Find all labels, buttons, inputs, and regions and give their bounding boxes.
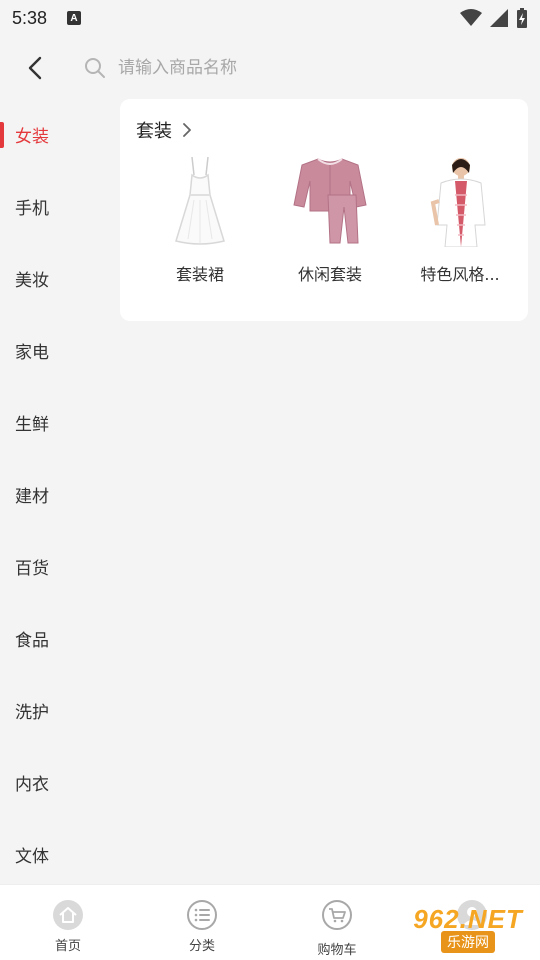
product-name: 套装裙 [175,265,224,284]
sidebar-item-fresh[interactable]: 生鲜 [0,386,110,458]
sidebar-item-beauty[interactable]: 美妆 [0,242,110,314]
tab-category[interactable]: 分类 [162,899,242,954]
sidebar-item-label: 手机 [15,198,49,219]
notification-icon: A [67,11,82,25]
sidebar-item-label: 生鲜 [15,414,49,435]
sidebar-item-underwear[interactable]: 内衣 [0,746,110,818]
sidebar-item-phones[interactable]: 手机 [0,170,110,242]
white-dress-image [150,153,250,249]
tab-cart[interactable]: 购物车 [297,899,377,958]
sidebar-item-care[interactable]: 洗护 [0,674,110,746]
cart-icon [322,900,352,930]
search-field[interactable] [84,54,418,82]
status-icons [460,8,528,28]
search-icon [85,58,105,78]
list-icon [187,900,217,930]
search-input[interactable] [118,58,418,78]
product-name: 休闲套装 [297,265,362,284]
sidebar-item-label: 文体 [15,846,49,867]
product-grid: 套装裙 休闲套装 特色风格... [120,153,528,285]
section-header[interactable]: 套装 [136,117,194,143]
product-name: 特色风格... [420,265,500,284]
chevron-left-icon [28,56,42,80]
sidebar-item-label: 女装 [15,126,49,147]
search-bar [0,40,540,96]
tab-home[interactable]: 首页 [28,899,108,954]
sidebar-item-building[interactable]: 建材 [0,458,110,530]
sidebar-item-label: 家电 [15,342,49,363]
status-time: 5:38 [12,7,48,28]
chevron-right-icon [183,123,191,137]
sidebar-item-label: 百货 [15,558,49,579]
tab-label: 首页 [54,939,81,954]
product-item[interactable]: 套装裙 [135,153,265,285]
tab-label: 分类 [188,939,215,954]
sidebar-item-label: 内衣 [15,774,49,795]
sidebar-item-label: 洗护 [15,702,49,723]
product-item[interactable]: 休闲套装 [265,153,395,285]
sidebar-item-label: 食品 [15,630,49,651]
status-bar: 5:38 A [0,0,540,36]
battery-icon [517,8,527,28]
sidebar-item-appliances[interactable]: 家电 [0,314,110,386]
sidebar-item-stationery[interactable]: 文体 [0,818,110,890]
watermark-logo: 962.NET 乐游网 [400,900,536,956]
category-sidebar: 女装 手机 美妆 家电 生鲜 建材 百货 食品 洗护 内衣 文体 [0,98,110,890]
section-title: 套装 [136,121,172,142]
tab-label: 购物车 [317,943,357,958]
subcategory-card: 套装 套装裙 休闲套装 特色风格... [120,99,528,321]
pink-pajama-set-image [280,153,380,249]
signal-icon [490,9,508,27]
home-icon [53,900,83,930]
back-button[interactable] [22,54,50,82]
sidebar-item-label: 建材 [15,486,49,507]
sidebar-item-food[interactable]: 食品 [0,602,110,674]
watermark-bottom: 乐游网 [441,930,495,953]
wifi-icon [460,9,482,26]
product-item[interactable]: 特色风格... [395,153,525,285]
woman-in-white-blazer-image [410,153,510,249]
watermark-top: 962.NET [413,903,523,934]
sidebar-item-label: 美妆 [15,270,49,291]
sidebar-item-women-clothing[interactable]: 女装 [0,98,110,170]
sidebar-item-general[interactable]: 百货 [0,530,110,602]
